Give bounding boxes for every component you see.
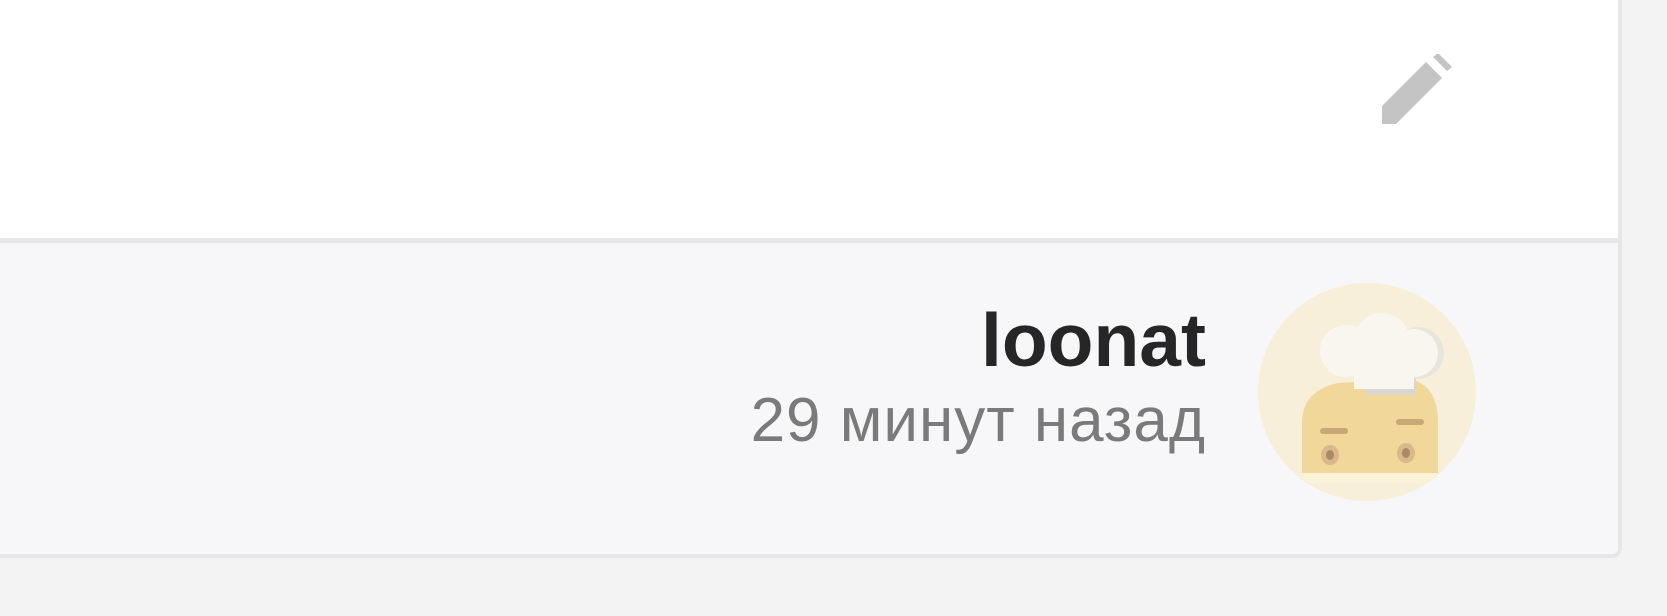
edit-button[interactable] — [1380, 53, 1460, 134]
pencil-icon — [1382, 53, 1452, 124]
comment-timestamp: 29 минут назад — [750, 386, 1206, 455]
author-name[interactable]: loonat — [751, 295, 1206, 385]
comment-footer: loonat 29 минут назад — [0, 243, 1618, 554]
author-meta: loonat 29 минут назад — [751, 295, 1206, 461]
avatar[interactable] — [1258, 283, 1476, 501]
comment-card: loonat 29 минут назад — [0, 0, 1622, 558]
comment-body — [0, 0, 1618, 238]
chef-toaster-avatar — [1258, 283, 1476, 501]
